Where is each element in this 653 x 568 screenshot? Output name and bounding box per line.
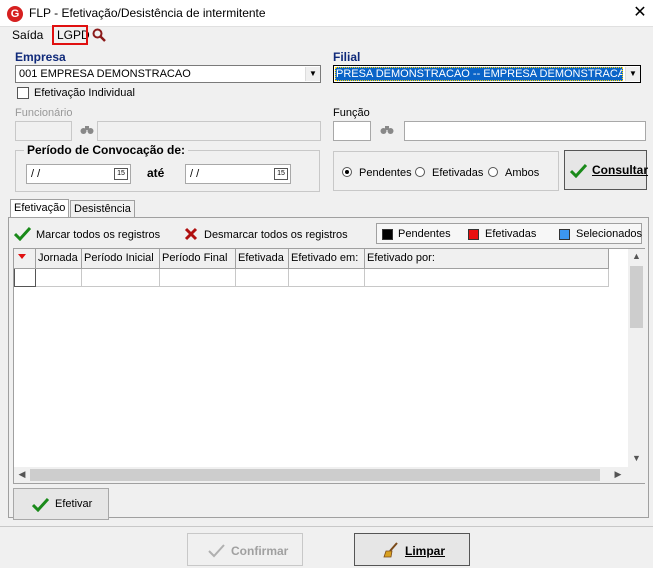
efetivacao-individual-checkbox[interactable] <box>17 87 29 99</box>
legend-swatch-efetivadas <box>468 229 479 240</box>
binoculars-icon[interactable] <box>380 124 394 138</box>
lgpd-highlight <box>52 25 88 45</box>
sort-down-icon <box>18 254 26 259</box>
scroll-left-icon[interactable]: ◀ <box>16 469 28 480</box>
grid-row-indicator[interactable] <box>14 269 36 287</box>
filial-label: Filial <box>333 50 361 64</box>
efetivar-button[interactable]: Efetivar <box>13 488 109 520</box>
legend-selecionados: Selecionados <box>576 228 643 240</box>
empresa-select[interactable]: 001 EMPRESA DEMONSTRACAO ▼ <box>15 65 321 83</box>
calendar-icon[interactable]: 15 <box>114 168 128 180</box>
menu-saida[interactable]: Saída <box>12 28 43 42</box>
periodo-from-input[interactable]: / / 15 <box>26 164 131 184</box>
consultar-label: Consultar <box>592 163 649 177</box>
col-jornada[interactable]: Jornada <box>36 249 82 269</box>
limpar-label: Limpar <box>405 544 446 558</box>
tab-label: Desistência <box>74 203 131 215</box>
grid-cell[interactable] <box>36 269 82 287</box>
tab-efetivacao[interactable]: Efetivação <box>10 199 70 217</box>
chevron-down-icon[interactable]: ▼ <box>305 67 320 81</box>
funcionario-label: Funcionário <box>15 107 73 119</box>
scrollbar-thumb[interactable] <box>630 266 643 328</box>
col-efetivada[interactable]: Efetivada <box>236 249 289 269</box>
checkmark-icon <box>32 497 49 512</box>
x-icon[interactable] <box>184 227 198 241</box>
confirmar-button[interactable]: Confirmar <box>187 533 303 566</box>
app-logo-icon: G <box>7 6 23 22</box>
scroll-right-icon[interactable]: ▶ <box>612 469 624 480</box>
checkmark-icon[interactable] <box>14 226 31 241</box>
legend-pendentes: Pendentes <box>398 228 451 240</box>
calendar-icon[interactable]: 15 <box>274 168 288 180</box>
chevron-down-icon[interactable]: ▼ <box>625 67 640 81</box>
search-icon[interactable] <box>92 28 106 45</box>
scroll-up-icon[interactable]: ▲ <box>628 251 645 261</box>
consultar-button[interactable]: Consultar <box>564 150 649 190</box>
checkmark-icon <box>570 163 587 178</box>
grid-cell[interactable] <box>236 269 289 287</box>
funcao-label: Função <box>333 107 370 119</box>
col-efetivado-por[interactable]: Efetivado por: <box>365 249 609 269</box>
col-efetivado-em[interactable]: Efetivado em: <box>289 249 365 269</box>
periodo-to-value: / / <box>190 168 200 180</box>
scroll-down-icon[interactable]: ▼ <box>628 453 645 463</box>
radio-pendentes-label: Pendentes <box>359 167 412 179</box>
window-title: FLP - Efetivação/Desistência de intermit… <box>29 6 266 20</box>
records-grid[interactable]: Jornada Período Inicial Período Final Ef… <box>13 248 645 484</box>
menu-bar: Saída LGPD <box>0 27 653 45</box>
close-icon[interactable]: ✕ <box>629 3 651 23</box>
radio-efetivadas[interactable] <box>415 167 425 177</box>
radio-pendentes[interactable] <box>342 167 352 177</box>
grid-indicator-header[interactable] <box>14 249 36 269</box>
filial-select[interactable]: PRESA DEMONSTRACAO -- EMPRESA DEMONSTRAC… <box>333 65 641 83</box>
confirmar-label: Confirmar <box>231 544 289 558</box>
limpar-button[interactable]: Limpar <box>354 533 470 566</box>
horizontal-scrollbar[interactable]: ◀ ▶ <box>14 467 628 483</box>
grid-cell[interactable] <box>365 269 609 287</box>
legend-efetivadas: Efetivadas <box>485 228 537 240</box>
grid-cell[interactable] <box>289 269 365 287</box>
desmarcar-todos-button[interactable]: Desmarcar todos os registros <box>204 229 348 241</box>
efetivar-label: Efetivar <box>55 498 93 510</box>
radio-ambos[interactable] <box>488 167 498 177</box>
filial-value: PRESA DEMONSTRACAO -- EMPRESA DEMONSTRAC… <box>336 68 622 80</box>
periodo-to-input[interactable]: / / 15 <box>185 164 291 184</box>
periodo-from-value: / / <box>31 168 41 180</box>
scroll-corner <box>628 467 645 483</box>
vertical-scrollbar[interactable]: ▲ ▼ <box>628 249 645 467</box>
col-periodo-final[interactable]: Período Final <box>160 249 236 269</box>
funcionario-code-input[interactable] <box>15 121 72 141</box>
col-periodo-inicial[interactable]: Período Inicial <box>82 249 160 269</box>
tab-label: Efetivação <box>14 202 66 214</box>
funcao-name-input[interactable] <box>404 121 646 141</box>
radio-efetivadas-label: Efetivadas <box>432 167 484 179</box>
broom-icon <box>383 542 398 558</box>
empresa-label: Empresa <box>15 50 66 64</box>
separator <box>0 526 653 527</box>
periodo-title: Período de Convocação de: <box>24 143 189 157</box>
grid-cell[interactable] <box>160 269 236 287</box>
empresa-value: 001 EMPRESA DEMONSTRACAO <box>19 68 191 80</box>
grid-cell[interactable] <box>82 269 160 287</box>
marcar-todos-button[interactable]: Marcar todos os registros <box>36 229 160 241</box>
periodo-ate-label: até <box>147 166 165 180</box>
checkmark-icon <box>208 544 225 558</box>
legend-swatch-pendentes <box>382 229 393 240</box>
funcionario-name-input[interactable] <box>97 121 321 141</box>
binoculars-icon[interactable] <box>80 124 94 138</box>
funcao-code-input[interactable] <box>333 121 371 141</box>
title-bar: G FLP - Efetivação/Desistência de interm… <box>0 0 653 27</box>
efetivacao-individual-label: Efetivação Individual <box>34 87 135 99</box>
legend-swatch-selecionados <box>559 229 570 240</box>
tab-desistencia[interactable]: Desistência <box>70 200 135 217</box>
radio-ambos-label: Ambos <box>505 167 540 179</box>
scrollbar-thumb[interactable] <box>30 469 600 481</box>
